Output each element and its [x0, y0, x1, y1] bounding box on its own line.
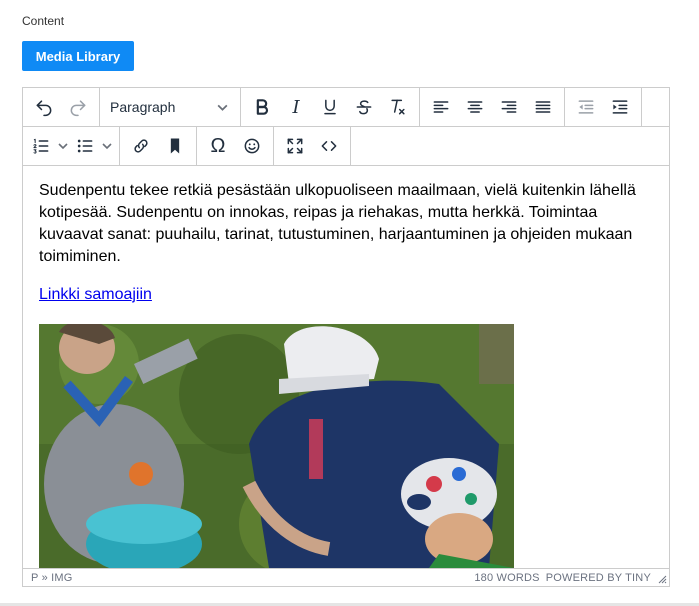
- fullscreen-button[interactable]: [278, 131, 312, 161]
- element-path[interactable]: P » IMG: [31, 572, 73, 584]
- powered-by-link[interactable]: POWERED BY TINY: [546, 572, 651, 584]
- align-left-button[interactable]: [424, 92, 458, 122]
- chevron-down-icon[interactable]: [99, 131, 115, 161]
- underline-button[interactable]: [313, 92, 347, 122]
- chevron-down-icon[interactable]: [55, 131, 71, 161]
- insert-group: Ω: [197, 126, 274, 166]
- underline-icon: [324, 99, 336, 115]
- block-format-value: Paragraph: [110, 99, 176, 115]
- media-library-button[interactable]: Media Library: [22, 41, 134, 71]
- content-link[interactable]: Linkki samoajiin: [39, 286, 152, 303]
- bold-button[interactable]: [245, 92, 279, 122]
- bold-icon: [256, 99, 268, 115]
- source-code-button[interactable]: [312, 131, 346, 161]
- italic-icon: I: [292, 96, 300, 118]
- undo-button[interactable]: [27, 92, 61, 122]
- redo-button[interactable]: [61, 92, 95, 122]
- list-group: [23, 126, 120, 166]
- resize-handle-icon[interactable]: [657, 574, 667, 584]
- history-group: [23, 88, 100, 127]
- anchor-button[interactable]: [158, 131, 192, 161]
- redo-icon: [70, 100, 86, 117]
- link-group: [120, 126, 197, 166]
- bookmark-icon: [170, 138, 180, 154]
- clear-formatting-icon: [391, 99, 405, 115]
- toolbar-row-1: Paragraph I: [23, 88, 669, 127]
- bullet-list-icon: [77, 139, 93, 153]
- formatting-group: I: [241, 88, 420, 127]
- justify-button[interactable]: [526, 92, 560, 122]
- numbered-list-split-button[interactable]: [27, 131, 71, 161]
- scouts-photo: [39, 324, 514, 568]
- outdent-button[interactable]: [569, 92, 603, 122]
- italic-button[interactable]: I: [279, 92, 313, 122]
- rich-text-editor: Paragraph I Ω Sudenpentu tekee retkiä pe…: [22, 87, 670, 587]
- toolbar-row-2: Ω: [23, 126, 669, 166]
- outdent-icon: [578, 100, 594, 114]
- chevron-down-icon: [214, 92, 230, 122]
- code-icon: [321, 141, 337, 151]
- block-format-select[interactable]: Paragraph: [104, 92, 236, 122]
- align-center-button[interactable]: [458, 92, 492, 122]
- indent-button[interactable]: [603, 92, 637, 122]
- clear-formatting-button[interactable]: [381, 92, 415, 122]
- indent-group: [565, 88, 642, 127]
- bullet-list-button[interactable]: [71, 131, 99, 161]
- undo-icon: [36, 100, 52, 117]
- align-right-button[interactable]: [492, 92, 526, 122]
- content-field-label: Content: [22, 14, 65, 28]
- indent-icon: [612, 100, 628, 114]
- link-button[interactable]: [124, 131, 158, 161]
- fullscreen-icon: [287, 138, 303, 154]
- special-character-button[interactable]: Ω: [201, 131, 235, 161]
- align-center-icon: [467, 101, 483, 113]
- emoticons-button[interactable]: [235, 131, 269, 161]
- alignment-group: [420, 88, 565, 127]
- editor-content-area[interactable]: Sudenpentu tekee retkiä pesästään ulkopu…: [23, 166, 669, 568]
- content-paragraph: Sudenpentu tekee retkiä pesästään ulkopu…: [39, 182, 636, 265]
- view-group: [274, 126, 351, 166]
- emoji-icon: [244, 138, 260, 154]
- status-bar: P » IMG 180 WORDS POWERED BY TINY: [23, 568, 669, 586]
- align-right-icon: [501, 101, 517, 113]
- omega-icon: Ω: [210, 134, 226, 157]
- link-icon: [134, 139, 148, 153]
- align-left-icon: [433, 101, 449, 113]
- numbered-list-icon: [33, 138, 49, 154]
- strikethrough-icon: [356, 100, 372, 115]
- bullet-list-split-button[interactable]: [71, 131, 115, 161]
- numbered-list-button[interactable]: [27, 131, 55, 161]
- block-format-group: Paragraph: [100, 88, 241, 127]
- justify-icon: [535, 101, 551, 113]
- content-image[interactable]: [39, 324, 514, 568]
- strikethrough-button[interactable]: [347, 92, 381, 122]
- word-count[interactable]: 180 WORDS: [474, 572, 539, 584]
